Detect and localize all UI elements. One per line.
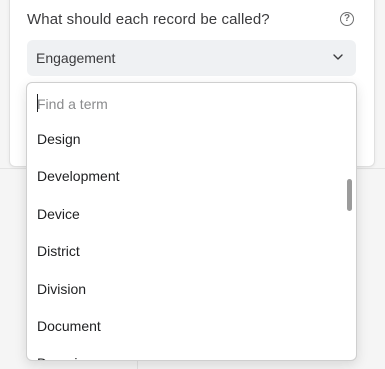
help-icon[interactable]: ? [340, 12, 354, 26]
term-search-input[interactable] [37, 93, 337, 115]
list-item[interactable]: Design [27, 121, 345, 158]
list-item[interactable]: Development [27, 158, 345, 195]
term-list: Design Development Device District Divis… [27, 121, 345, 360]
list-item[interactable]: Division [27, 271, 345, 308]
list-item[interactable]: District [27, 233, 345, 270]
list-item[interactable]: Domain [27, 345, 345, 360]
text-cursor [37, 94, 38, 112]
record-name-question: What should each record be called? [27, 11, 270, 28]
scrollbar-thumb[interactable] [347, 179, 352, 211]
list-item[interactable]: Device [27, 196, 345, 233]
select-value: Engagement [36, 50, 116, 66]
term-dropdown-menu: Design Development Device District Divis… [26, 82, 357, 361]
list-item[interactable]: Document [27, 308, 345, 345]
record-name-select[interactable]: Engagement [27, 40, 356, 76]
chevron-down-icon [333, 54, 343, 60]
